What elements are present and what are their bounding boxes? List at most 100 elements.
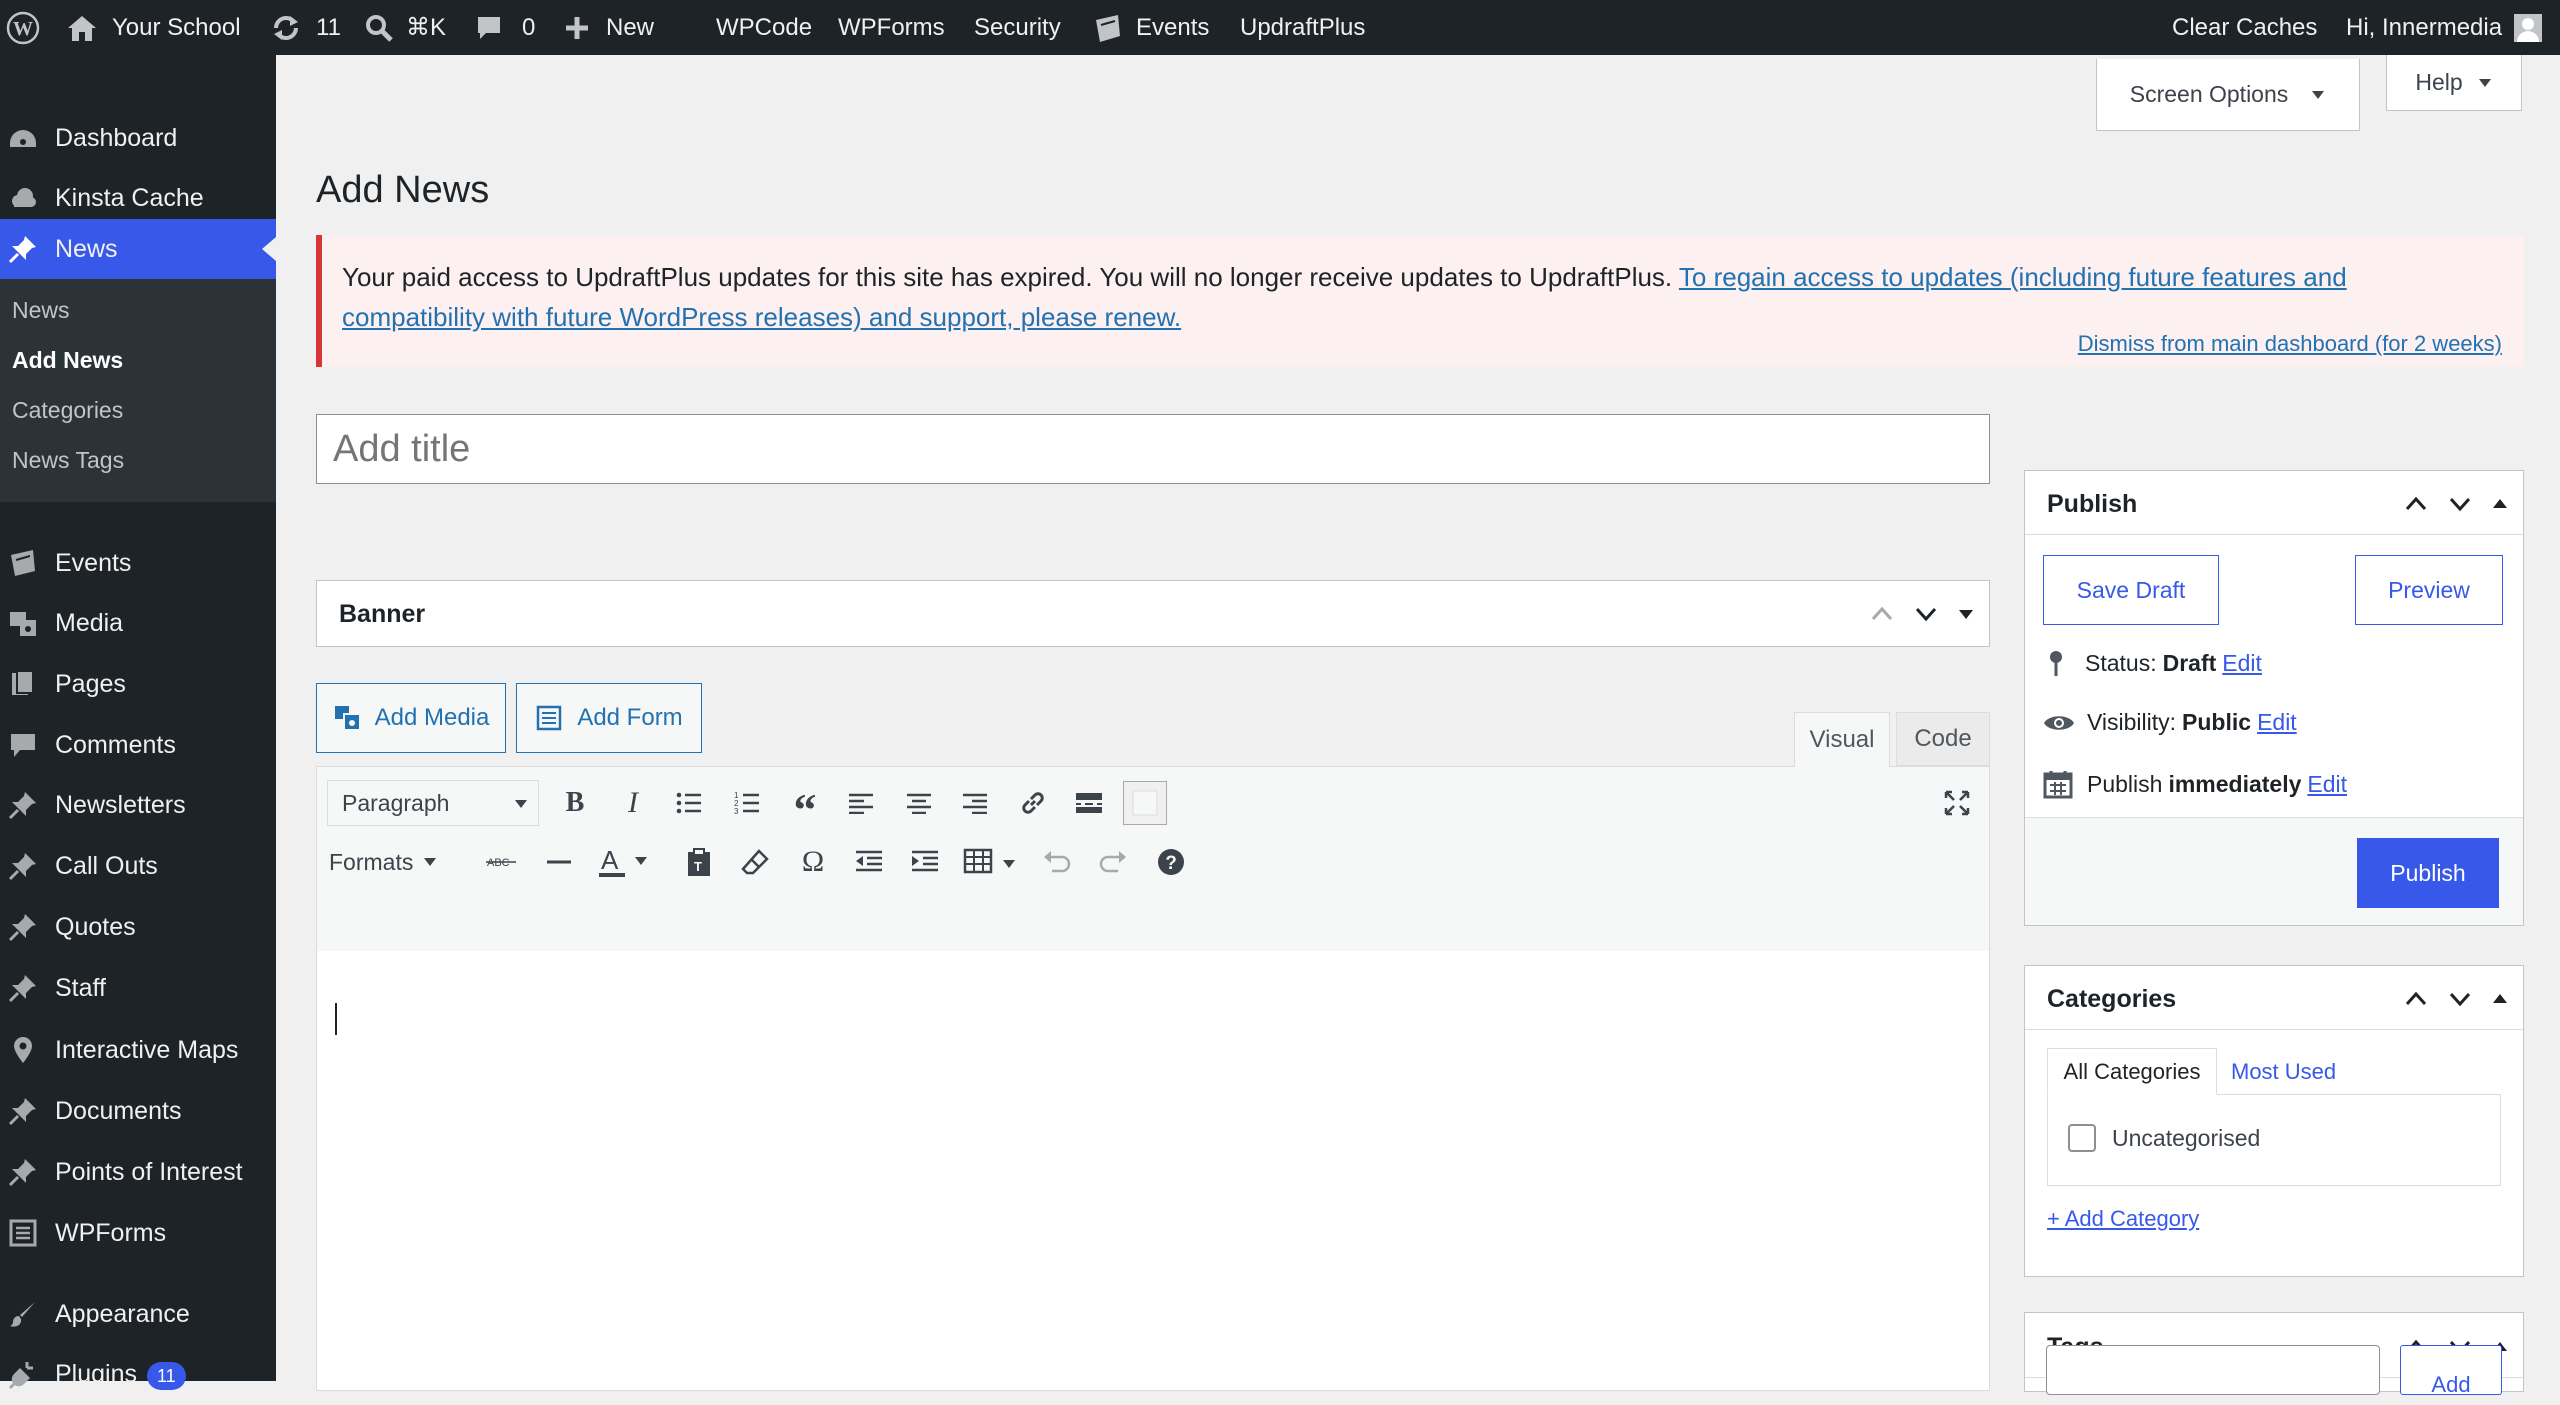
move-down-icon[interactable] — [2447, 491, 2473, 517]
bullet-list-button[interactable] — [667, 781, 711, 825]
adminbar-events[interactable]: Events — [1092, 0, 1209, 55]
tab-all-categories[interactable]: All Categories — [2047, 1048, 2217, 1095]
adminbar-wpcode[interactable]: WPCode — [716, 0, 812, 55]
undo-button[interactable] — [1035, 840, 1079, 884]
special-character-button[interactable]: Ω — [791, 840, 835, 884]
adminbar-updraftplus[interactable]: UpdraftPlus — [1240, 0, 1365, 55]
post-title-input[interactable] — [316, 414, 1990, 484]
menu-dashboard[interactable]: Dashboard — [0, 108, 276, 168]
insert-link-button[interactable] — [1011, 781, 1055, 825]
renew-link[interactable]: To regain access to updates (including f… — [1679, 262, 2347, 292]
category-checkbox[interactable] — [2068, 1124, 2096, 1152]
submenu-add-news[interactable]: Add News — [0, 335, 276, 385]
tab-visual[interactable]: Visual — [1794, 712, 1890, 767]
italic-button[interactable]: I — [611, 781, 655, 825]
publish-button[interactable]: Publish — [2357, 838, 2499, 908]
submenu-news-tags[interactable]: News Tags — [0, 435, 276, 485]
horizontal-line-icon — [547, 860, 571, 864]
menu-news[interactable]: News — [0, 219, 276, 279]
menu-media[interactable]: Media — [0, 593, 276, 653]
submenu-categories[interactable]: Categories — [0, 385, 276, 435]
tag-input[interactable] — [2046, 1345, 2380, 1395]
read-more-button[interactable] — [1067, 781, 1111, 825]
pushpin-icon — [8, 975, 36, 1003]
menu-quotes[interactable]: Quotes — [0, 897, 276, 957]
outdent-button[interactable] — [847, 840, 891, 884]
move-down-icon[interactable] — [2447, 986, 2473, 1012]
new-content-link[interactable]: New — [564, 0, 654, 55]
menu-pages[interactable]: Pages — [0, 654, 276, 714]
text-color-button[interactable]: A — [593, 840, 657, 884]
updates-link[interactable]: 11 — [270, 0, 341, 55]
comment-bubble-icon — [11, 734, 35, 757]
comments-link[interactable]: 0 — [474, 0, 535, 55]
renew-link-continued[interactable]: compatibility with future WordPress rele… — [342, 302, 1181, 332]
menu-points-of-interest[interactable]: Points of Interest — [0, 1142, 276, 1202]
preview-button[interactable]: Preview — [2355, 555, 2503, 625]
paragraph-format-select[interactable]: Paragraph — [327, 780, 539, 826]
edit-visibility-link[interactable]: Edit — [2257, 709, 2297, 736]
submenu-news[interactable]: News — [0, 285, 276, 335]
toggle-panel-icon[interactable] — [1957, 601, 1975, 627]
tab-code[interactable]: Code — [1896, 712, 1990, 766]
menu-comments[interactable]: Comments — [0, 715, 276, 775]
content-editor-area[interactable] — [316, 951, 1990, 1391]
menu-newsletters[interactable]: Newsletters — [0, 775, 276, 835]
account-menu[interactable]: Hi, Innermedia — [2346, 0, 2543, 55]
screen-options-button[interactable]: Screen Options — [2096, 59, 2360, 131]
redo-button[interactable] — [1091, 840, 1135, 884]
tab-most-used[interactable]: Most Used — [2231, 1048, 2336, 1095]
edit-schedule-link[interactable]: Edit — [2307, 771, 2347, 798]
align-left-button[interactable] — [839, 781, 883, 825]
menu-documents[interactable]: Documents — [0, 1081, 276, 1141]
table-button[interactable] — [959, 840, 1025, 884]
toolbar-toggle-button[interactable] — [1123, 781, 1167, 825]
category-uncategorised[interactable]: Uncategorised — [2068, 1124, 2260, 1152]
move-down-icon[interactable] — [1913, 601, 1939, 627]
formats-dropdown[interactable]: Formats — [329, 840, 437, 884]
dismiss-notice-link[interactable]: Dismiss from main dashboard (for 2 weeks… — [2078, 331, 2502, 357]
add-media-icon — [334, 706, 361, 731]
caret-down-icon — [515, 800, 527, 808]
search-shortcut[interactable]: ⌘K — [364, 0, 446, 55]
blockquote-button[interactable]: “ — [783, 781, 827, 835]
align-center-button[interactable] — [897, 781, 941, 825]
move-up-icon[interactable] — [2403, 491, 2429, 517]
menu-wpforms[interactable]: WPForms — [0, 1203, 276, 1263]
fullscreen-button[interactable] — [1935, 781, 1979, 825]
indent-button[interactable] — [903, 840, 947, 884]
adminbar-security[interactable]: Security — [974, 0, 1061, 55]
add-media-button[interactable]: Add Media — [316, 683, 506, 753]
paste-text-button[interactable]: T — [677, 840, 721, 884]
add-category-link[interactable]: + Add Category — [2047, 1206, 2199, 1232]
menu-staff[interactable]: Staff — [0, 958, 276, 1018]
wordpress-logo-icon[interactable]: W — [6, 0, 42, 55]
edit-status-link[interactable]: Edit — [2222, 650, 2262, 677]
strikethrough-button[interactable]: ABC — [479, 840, 523, 884]
keyboard-shortcuts-button[interactable]: ? — [1149, 840, 1193, 884]
help-button[interactable]: Help — [2386, 55, 2522, 111]
site-name-link[interactable]: Your School — [66, 0, 241, 55]
add-tag-button[interactable]: Add — [2400, 1345, 2502, 1395]
toggle-panel-icon[interactable] — [2491, 491, 2509, 517]
numbered-list-button[interactable]: 123 — [725, 781, 769, 825]
adminbar-wpforms[interactable]: WPForms — [838, 0, 945, 55]
paintbrush-icon — [10, 1302, 35, 1327]
horizontal-line-button[interactable] — [537, 840, 581, 884]
move-up-icon[interactable] — [2403, 986, 2429, 1012]
add-form-button[interactable]: Add Form — [516, 683, 702, 753]
menu-interactive-maps[interactable]: Interactive Maps — [0, 1020, 276, 1080]
news-submenu: News Add News Categories News Tags — [0, 279, 276, 502]
clear-caches-link[interactable]: Clear Caches — [2172, 0, 2317, 55]
bold-button[interactable]: B — [553, 781, 597, 825]
menu-appearance[interactable]: Appearance — [0, 1284, 276, 1344]
menu-call-outs[interactable]: Call Outs — [0, 836, 276, 896]
save-draft-button[interactable]: Save Draft — [2043, 555, 2219, 625]
move-up-icon[interactable] — [1869, 601, 1895, 627]
eraser-icon — [741, 849, 769, 875]
toggle-panel-icon[interactable] — [2491, 986, 2509, 1012]
align-right-button[interactable] — [953, 781, 997, 825]
clear-formatting-button[interactable] — [733, 840, 777, 884]
menu-plugins[interactable]: Plugins 11 — [0, 1345, 276, 1405]
menu-events[interactable]: Events — [0, 533, 276, 593]
